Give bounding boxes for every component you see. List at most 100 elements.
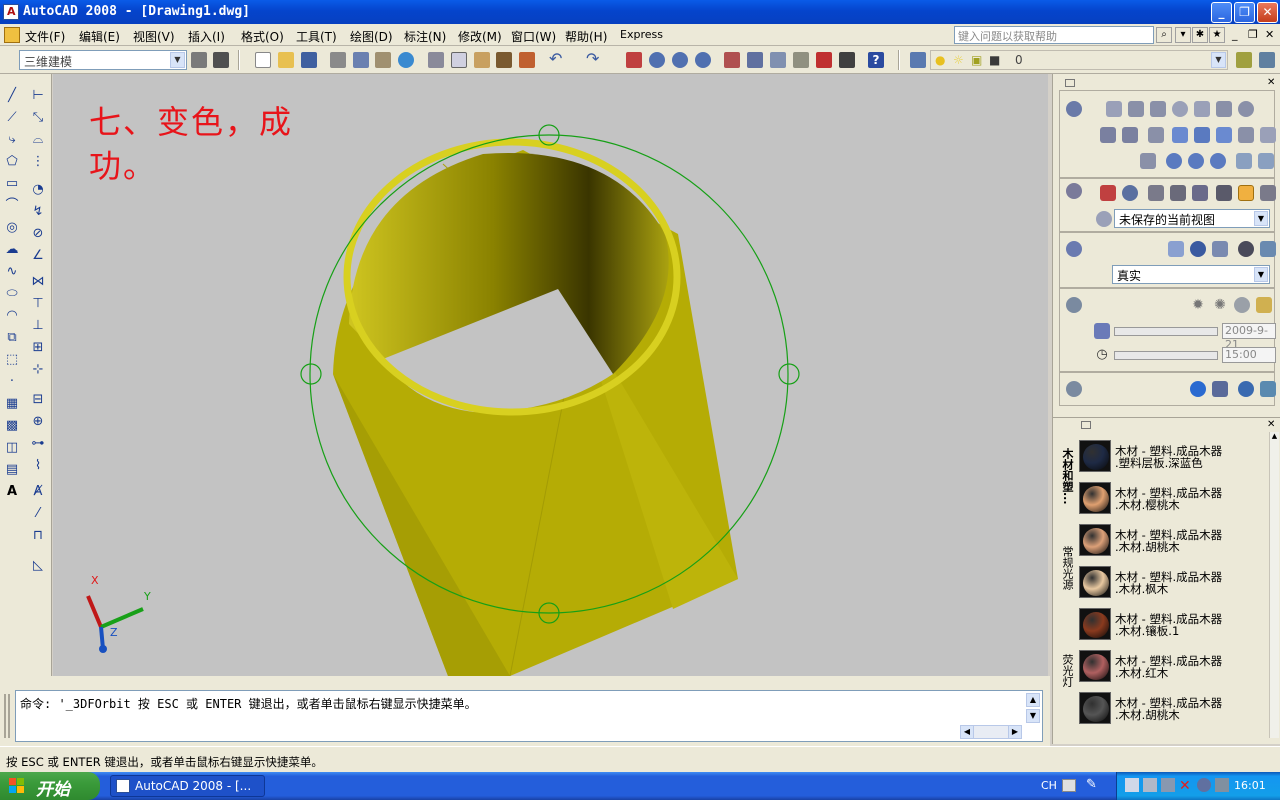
spline-icon[interactable]: ∿ xyxy=(4,264,20,280)
edge-style-icon[interactable] xyxy=(1238,241,1254,257)
input-method-icon[interactable]: ✎ xyxy=(1086,777,1097,792)
menu-edit[interactable]: 编辑(E) xyxy=(79,28,120,45)
time-field[interactable]: 15:00 xyxy=(1222,347,1276,363)
camera-icon[interactable] xyxy=(1216,185,1232,201)
scroll-left-icon[interactable]: ◀ xyxy=(960,725,974,739)
menu-dimension[interactable]: 标注(N) xyxy=(404,28,446,45)
cut-icon[interactable] xyxy=(428,52,444,68)
diameter-dimension-icon[interactable]: ⊘ xyxy=(30,226,46,242)
tab-fluorescent[interactable]: 荧光灯 xyxy=(1057,640,1075,700)
helix-icon[interactable] xyxy=(1140,153,1156,169)
material-item[interactable]: 木材 - 塑料.成品木器 .木材.胡桃木 xyxy=(1079,520,1269,560)
paste-icon[interactable] xyxy=(474,52,490,68)
start-button[interactable]: 开始 xyxy=(0,772,100,800)
tool-palettes-icon[interactable] xyxy=(770,52,786,68)
doc-minimize-icon[interactable]: _ xyxy=(1232,28,1238,41)
menu-express[interactable]: Express xyxy=(620,28,663,41)
keyboard-icon[interactable] xyxy=(1062,779,1076,792)
perspective-icon[interactable] xyxy=(1238,185,1254,201)
polygon-icon[interactable]: ⬠ xyxy=(4,154,20,170)
menu-draw[interactable]: 绘图(D) xyxy=(350,28,393,45)
material-item[interactable]: 木材 - 塑料.成品木器 .木材.镶板.1 xyxy=(1079,604,1269,644)
arc-length-icon[interactable]: ⌓ xyxy=(30,132,46,148)
revision-cloud-icon[interactable]: ☁ xyxy=(4,242,20,258)
dimension-edit-icon[interactable]: Ⱥ xyxy=(30,484,46,500)
zoom-previous-icon[interactable] xyxy=(695,52,711,68)
cone-icon[interactable] xyxy=(1150,101,1166,117)
torus-icon[interactable] xyxy=(1238,101,1254,117)
plot-icon[interactable] xyxy=(330,52,346,68)
menu-modify[interactable]: 修改(M) xyxy=(458,28,502,45)
ellipse-icon[interactable]: ⬭ xyxy=(4,286,20,302)
menu-help[interactable]: 帮助(H) xyxy=(565,28,607,45)
line-icon[interactable]: ╱ xyxy=(4,88,20,104)
palette-collapse-icon[interactable] xyxy=(1081,421,1091,429)
angular-dimension-icon[interactable]: ∠ xyxy=(30,248,46,264)
render-settings-icon[interactable] xyxy=(1260,381,1276,397)
pan-3d-icon[interactable] xyxy=(1100,185,1116,201)
close-icon[interactable]: ✕ xyxy=(1267,419,1275,430)
make-layer-current-icon[interactable] xyxy=(1236,52,1252,68)
match-properties-icon[interactable] xyxy=(496,52,512,68)
design-center-icon[interactable] xyxy=(747,52,763,68)
tray-app-icon[interactable] xyxy=(1197,778,1211,792)
doc-restore-icon[interactable]: ❐ xyxy=(1248,28,1258,41)
layer-previous-icon[interactable] xyxy=(1259,52,1275,68)
material-item[interactable]: 木材 - 塑料.成品木器 .塑料层板.深蓝色 xyxy=(1079,436,1269,476)
table-icon[interactable]: ▤ xyxy=(4,462,20,478)
taskbar-autocad-button[interactable]: AutoCAD 2008 - [... xyxy=(110,775,265,797)
light-list-icon[interactable] xyxy=(1256,297,1272,313)
markup-icon[interactable] xyxy=(816,52,832,68)
calculator-icon[interactable] xyxy=(839,52,855,68)
gradient-icon[interactable]: ▩ xyxy=(4,418,20,434)
arc-icon[interactable]: ⌒ xyxy=(4,198,20,214)
intersect-icon[interactable] xyxy=(1210,153,1226,169)
autocad-app-icon[interactable] xyxy=(3,4,19,20)
favorites-icon[interactable]: ★ xyxy=(1209,27,1225,43)
wedge-icon[interactable] xyxy=(1128,101,1144,117)
jogged-dimension-icon[interactable]: ↯ xyxy=(30,204,46,220)
menu-format[interactable]: 格式(O) xyxy=(241,28,284,45)
menu-insert[interactable]: 插入(I) xyxy=(188,28,225,45)
date-field[interactable]: 2009-9-21 xyxy=(1222,323,1276,351)
aligned-dimension-icon[interactable]: ⤡ xyxy=(30,110,46,126)
center-mark-icon[interactable]: ⊕ xyxy=(30,414,46,430)
ellipse-arc-icon[interactable]: ◠ xyxy=(4,308,20,324)
dwf-icon[interactable] xyxy=(398,52,414,68)
dimension-space-icon[interactable]: ⊞ xyxy=(30,340,46,356)
point-icon[interactable]: · xyxy=(4,374,20,390)
sheet-set-icon[interactable] xyxy=(793,52,809,68)
scroll-right-icon[interactable]: ▶ xyxy=(1008,725,1022,739)
zoom-realtime-icon[interactable] xyxy=(649,52,665,68)
thicken-icon[interactable] xyxy=(1238,127,1254,143)
parallel-icon[interactable] xyxy=(1260,185,1276,201)
jogged-linear-icon[interactable]: ⌇ xyxy=(30,458,46,474)
tray-volume-icon[interactable] xyxy=(1161,778,1175,792)
3d-make-icon[interactable] xyxy=(1066,101,1082,117)
tray-monitor-icon[interactable] xyxy=(1125,778,1139,792)
baseline-dimension-icon[interactable]: ⊤ xyxy=(30,296,46,312)
info-center-icon[interactable]: ✱ xyxy=(1192,27,1208,43)
construction-line-icon[interactable]: ⟋ xyxy=(4,110,20,126)
section-plane-icon[interactable] xyxy=(1236,153,1252,169)
panel-collapse-icon[interactable] xyxy=(1065,79,1075,87)
pan-icon[interactable] xyxy=(626,52,642,68)
dimension-break-icon[interactable]: ⊹ xyxy=(30,362,46,378)
pyramid-icon[interactable] xyxy=(1216,101,1232,117)
chevron-down-icon[interactable]: ▾ xyxy=(1175,27,1191,43)
polysolid-icon[interactable] xyxy=(1260,127,1276,143)
tray-network-icon[interactable] xyxy=(1143,778,1157,792)
drawing-viewport[interactable]: 七、变色，成 功。 X Y Z xyxy=(53,74,1048,676)
material-browser-icon[interactable] xyxy=(1190,381,1206,397)
tray-antivirus-icon[interactable]: ✕ xyxy=(1179,778,1191,794)
sweep-icon[interactable] xyxy=(1148,127,1164,143)
circle-icon[interactable]: ◎ xyxy=(4,220,20,236)
render-icon[interactable] xyxy=(1238,381,1254,397)
doc-close-icon[interactable]: ✕ xyxy=(1265,28,1274,41)
time-slider[interactable] xyxy=(1114,351,1218,360)
zoom-window-icon[interactable] xyxy=(672,52,688,68)
revolve-icon[interactable] xyxy=(1122,127,1138,143)
language-indicator[interactable]: CH xyxy=(1041,779,1057,792)
material-item[interactable]: 木材 - 塑料.成品木器 .木材.枫木 xyxy=(1079,562,1269,602)
command-history[interactable]: 命令: '_3DFOrbit 按 ESC 或 ENTER 键退出，或者单击鼠标右… xyxy=(15,690,1043,742)
